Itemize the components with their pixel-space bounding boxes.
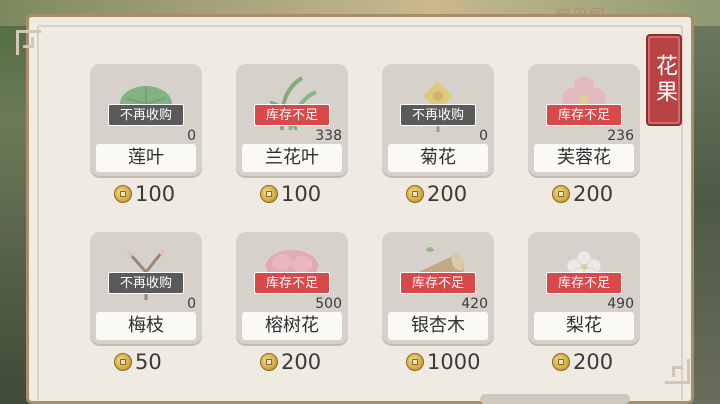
price-value: 50 [135, 350, 162, 374]
price-value: 200 [281, 350, 322, 374]
corner-ornament [16, 30, 41, 55]
stock-count: 236 [607, 128, 634, 144]
coin-icon [406, 353, 424, 371]
item-tile[interactable]: 库存不足 420 银杏木 [382, 232, 494, 344]
price-value: 100 [281, 182, 322, 206]
price-value: 100 [135, 182, 176, 206]
item-card[interactable]: 库存不足 500 榕树花 200 [236, 232, 348, 382]
stock-count: 500 [315, 296, 342, 312]
price-value: 200 [573, 350, 614, 374]
stock-count: 0 [187, 128, 196, 144]
bottom-handle [480, 394, 630, 404]
coin-icon [552, 185, 570, 203]
item-tile[interactable]: 不再收购 0 莲叶 [90, 64, 202, 176]
item-card[interactable]: 库存不足 490 梨花 200 [528, 232, 640, 382]
item-card[interactable]: 库存不足 236 芙蓉花 200 [528, 64, 640, 214]
status-badge: 库存不足 [546, 272, 622, 294]
stock-count: 0 [187, 296, 196, 312]
tab-flowers-fruits[interactable]: 花果 [646, 34, 682, 126]
item-tile[interactable]: 库存不足 236 芙蓉花 [528, 64, 640, 176]
price: 200 [406, 182, 467, 206]
item-name: 梨花 [534, 312, 634, 340]
coin-icon [114, 353, 132, 371]
status-badge: 库存不足 [254, 104, 330, 126]
price: 200 [552, 350, 613, 374]
status-badge: 库存不足 [546, 104, 622, 126]
price: 100 [114, 182, 175, 206]
price: 200 [552, 182, 613, 206]
item-name: 菊花 [388, 144, 488, 172]
item-name: 芙蓉花 [534, 144, 634, 172]
status-badge: 不再收购 [400, 104, 476, 126]
coin-icon [114, 185, 132, 203]
item-name: 榕树花 [242, 312, 342, 340]
stock-count: 420 [461, 296, 488, 312]
price-value: 1000 [427, 350, 481, 374]
item-card[interactable]: 不再收购 0 莲叶 100 [90, 64, 202, 214]
price: 50 [114, 350, 162, 374]
item-card[interactable]: 不再收购 0 菊花 200 [382, 64, 494, 214]
coin-icon [260, 353, 278, 371]
price: 200 [260, 350, 321, 374]
item-tile[interactable]: 库存不足 490 梨花 [528, 232, 640, 344]
status-badge: 不再收购 [108, 104, 184, 126]
item-name: 梅枝 [96, 312, 196, 340]
price: 100 [260, 182, 321, 206]
coin-icon [260, 185, 278, 203]
item-grid: 不再收购 0 莲叶 100 库存不足 338 兰花叶 100 不再收购 0 菊花… [90, 64, 640, 384]
item-tile[interactable]: 库存不足 500 榕树花 [236, 232, 348, 344]
coin-icon [406, 185, 424, 203]
item-card[interactable]: 库存不足 338 兰花叶 100 [236, 64, 348, 214]
status-badge: 库存不足 [254, 272, 330, 294]
item-card[interactable]: 库存不足 420 银杏木 1000 [382, 232, 494, 382]
item-tile[interactable]: 库存不足 338 兰花叶 [236, 64, 348, 176]
coin-icon [552, 353, 570, 371]
item-name: 银杏木 [388, 312, 488, 340]
stock-count: 0 [479, 128, 488, 144]
status-badge: 不再收购 [108, 272, 184, 294]
corner-ornament [665, 359, 690, 384]
item-card[interactable]: 不再收购 0 梅枝 50 [90, 232, 202, 382]
item-tile[interactable]: 不再收购 0 菊花 [382, 64, 494, 176]
price-value: 200 [427, 182, 468, 206]
item-name: 兰花叶 [242, 144, 342, 172]
item-name: 莲叶 [96, 144, 196, 172]
stock-count: 490 [607, 296, 634, 312]
status-badge: 库存不足 [400, 272, 476, 294]
price-value: 200 [573, 182, 614, 206]
stock-count: 338 [315, 128, 342, 144]
item-tile[interactable]: 不再收购 0 梅枝 [90, 232, 202, 344]
price: 1000 [406, 350, 480, 374]
